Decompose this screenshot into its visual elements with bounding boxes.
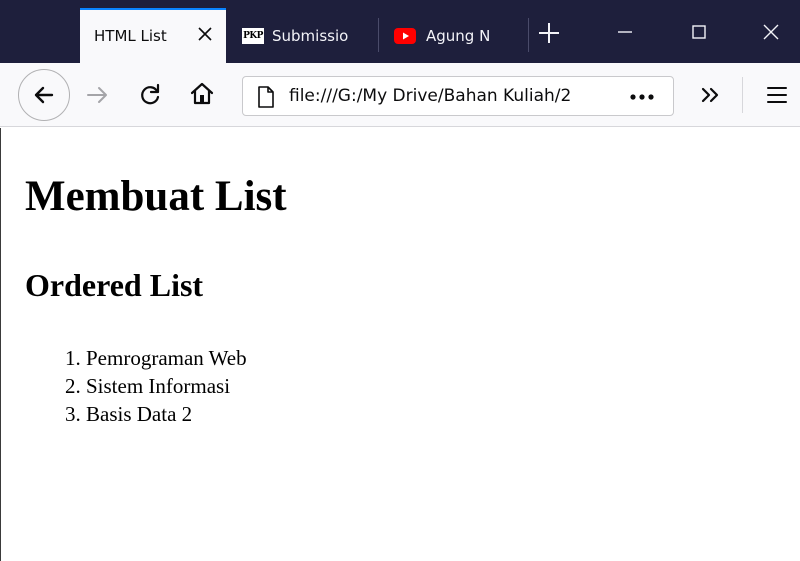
navigation-toolbar: file:///G:/My Drive/Bahan Kuliah/2 [0, 63, 800, 127]
youtube-icon [394, 27, 416, 44]
tab-submission[interactable]: PKP Submissio [230, 8, 378, 63]
address-bar[interactable]: file:///G:/My Drive/Bahan Kuliah/2 [242, 76, 674, 116]
url-text[interactable]: file:///G:/My Drive/Bahan Kuliah/2 [289, 86, 619, 106]
list-text: Sistem Informasi [86, 374, 231, 398]
list-text: Basis Data 2 [86, 402, 193, 426]
tab-separator [528, 18, 529, 52]
tab-separator [378, 18, 379, 52]
hamburger-menu-icon[interactable] [764, 83, 790, 107]
list-number: 2. [65, 374, 81, 398]
list-number: 1. [65, 346, 81, 370]
list-item: 1. Pemrograman Web [65, 344, 247, 372]
back-arrow-icon [34, 86, 54, 104]
pkp-icon: PKP [242, 27, 264, 44]
tab-title: Agung N [426, 26, 491, 45]
home-icon[interactable] [188, 80, 216, 108]
list-item: 2. Sistem Informasi [65, 372, 247, 400]
page-subheading: Ordered List [25, 267, 204, 303]
tab-title: HTML List [94, 26, 167, 45]
close-tab-icon[interactable] [196, 25, 214, 43]
ordered-list: 1. Pemrograman Web 2. Sistem Informasi 3… [65, 344, 247, 428]
tab-title: Submissio [272, 26, 349, 45]
forward-arrow-icon[interactable] [82, 81, 112, 109]
page-icon [258, 86, 274, 108]
reload-icon[interactable] [136, 81, 164, 109]
close-window-icon[interactable] [756, 20, 786, 44]
toolbar-separator [742, 77, 743, 113]
page-heading: Membuat List [25, 173, 287, 220]
page-content: Membuat List Ordered List 1. Pemrograman… [0, 128, 800, 561]
list-item: 3. Basis Data 2 [65, 400, 247, 428]
maximize-icon[interactable] [684, 20, 714, 44]
page-actions-icon[interactable] [623, 83, 663, 111]
overflow-menu-icon[interactable] [698, 83, 724, 107]
new-tab-icon[interactable] [536, 20, 562, 46]
tab-strip: HTML List PKP Submissio Agung N [0, 0, 800, 63]
minimize-icon[interactable] [610, 20, 640, 44]
tab-html-list[interactable]: HTML List [80, 8, 226, 63]
list-text: Pemrograman Web [86, 346, 247, 370]
tab-agung[interactable]: Agung N [380, 8, 528, 63]
back-button[interactable] [18, 69, 70, 121]
list-number: 3. [65, 402, 81, 426]
